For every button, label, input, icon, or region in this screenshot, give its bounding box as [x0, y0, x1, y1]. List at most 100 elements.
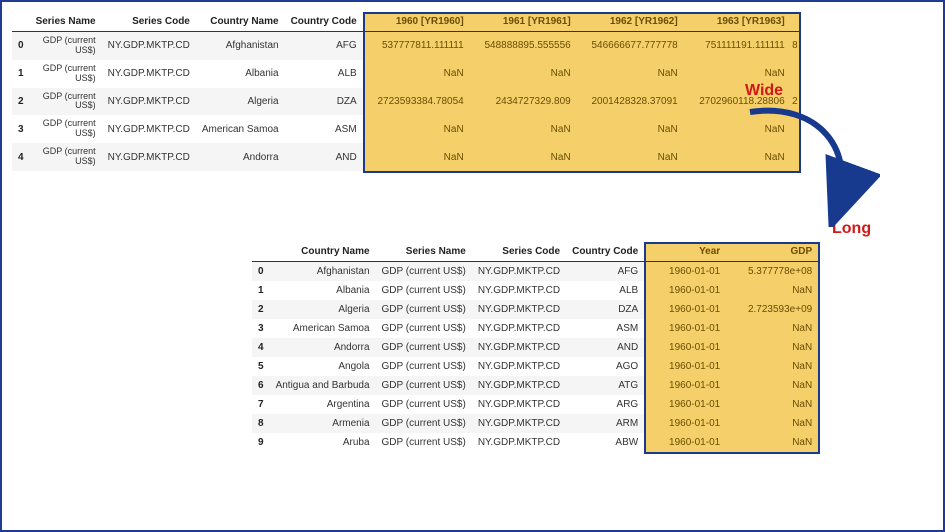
cell-y1961: 2434727329.809: [470, 88, 577, 116]
cell-country-code: AGO: [566, 357, 644, 376]
cell-series-code: NY.GDP.MKTP.CD: [472, 319, 566, 338]
col-country-name: Country Name: [270, 242, 376, 262]
cell-year: 1960-01-01: [644, 319, 726, 338]
cell-y1963: NaN: [684, 143, 791, 171]
cell-country-code: ASM: [566, 319, 644, 338]
cell-gdp: NaN: [726, 433, 818, 452]
cell-y1960: NaN: [363, 143, 470, 171]
cell-y1963: NaN: [684, 115, 791, 143]
cell-series-code: NY.GDP.MKTP.CD: [102, 143, 196, 171]
cell-series-name: GDP (current US$): [376, 338, 472, 357]
cell-tail: [791, 60, 799, 88]
cell-country-name: American Samoa: [196, 115, 285, 143]
cell-y1962: 2001428328.37091: [577, 88, 684, 116]
cell-series-name: GDP (current US$): [376, 433, 472, 452]
cell-y1961: NaN: [470, 115, 577, 143]
table-row: 5AngolaGDP (current US$)NY.GDP.MKTP.CDAG…: [252, 357, 818, 376]
cell-y1962: NaN: [577, 143, 684, 171]
cell-series-name: GDP (current US$): [30, 60, 102, 88]
cell-y1961: NaN: [470, 143, 577, 171]
table-row: 7ArgentinaGDP (current US$)NY.GDP.MKTP.C…: [252, 395, 818, 414]
cell-y1963: 751111191.111111: [684, 32, 791, 60]
table-row: 4AndorraGDP (current US$)NY.GDP.MKTP.CDA…: [252, 338, 818, 357]
cell-series-name: GDP (current US$): [376, 262, 472, 282]
col-country-name: Country Name: [196, 12, 285, 32]
cell-tail: 2: [791, 88, 799, 116]
col-series-code: Series Code: [472, 242, 566, 262]
cell-country-code: ATG: [566, 376, 644, 395]
cell-series-code: NY.GDP.MKTP.CD: [102, 115, 196, 143]
long-table-container: Country Name Series Name Series Code Cou…: [252, 242, 818, 452]
cell-index: 4: [12, 143, 30, 171]
cell-series-code: NY.GDP.MKTP.CD: [472, 376, 566, 395]
cell-tail: 8: [791, 32, 799, 60]
cell-index: 4: [252, 338, 270, 357]
cell-index: 2: [12, 88, 30, 116]
cell-gdp: 5.377778e+08: [726, 262, 818, 282]
cell-country-name: Afghanistan: [270, 262, 376, 282]
col-year: Year: [644, 242, 726, 262]
cell-country-name: Albania: [270, 281, 376, 300]
cell-year: 1960-01-01: [644, 414, 726, 433]
table-row: 3GDP (current US$)NY.GDP.MKTP.CDAmerican…: [12, 115, 799, 143]
table-row: 1GDP (current US$)NY.GDP.MKTP.CDAlbaniaA…: [12, 60, 799, 88]
cell-country-name: Andorra: [270, 338, 376, 357]
cell-index: 2: [252, 300, 270, 319]
cell-country-name: Andorra: [196, 143, 285, 171]
cell-series-code: NY.GDP.MKTP.CD: [102, 32, 196, 60]
cell-y1962: NaN: [577, 60, 684, 88]
cell-gdp: NaN: [726, 414, 818, 433]
cell-series-code: NY.GDP.MKTP.CD: [472, 338, 566, 357]
table-header-row: Country Name Series Name Series Code Cou…: [252, 242, 818, 262]
cell-country-code: AFG: [285, 32, 363, 60]
cell-series-code: NY.GDP.MKTP.CD: [102, 60, 196, 88]
cell-index: 0: [252, 262, 270, 282]
cell-gdp: NaN: [726, 338, 818, 357]
cell-gdp: NaN: [726, 357, 818, 376]
cell-series-code: NY.GDP.MKTP.CD: [472, 414, 566, 433]
cell-series-name: GDP (current US$): [376, 395, 472, 414]
cell-gdp: NaN: [726, 395, 818, 414]
cell-index: 1: [12, 60, 30, 88]
cell-year: 1960-01-01: [644, 300, 726, 319]
cell-series-name: GDP (current US$): [376, 281, 472, 300]
long-table: Country Name Series Name Series Code Cou…: [252, 242, 818, 452]
cell-index: 3: [12, 115, 30, 143]
table-row: 9ArubaGDP (current US$)NY.GDP.MKTP.CDABW…: [252, 433, 818, 452]
cell-country-name: Algeria: [196, 88, 285, 116]
cell-tail: [791, 115, 799, 143]
cell-year: 1960-01-01: [644, 281, 726, 300]
col-series-code: Series Code: [102, 12, 196, 32]
table-row: 0GDP (current US$)NY.GDP.MKTP.CDAfghanis…: [12, 32, 799, 60]
table-row: 4GDP (current US$)NY.GDP.MKTP.CDAndorraA…: [12, 143, 799, 171]
cell-country-name: Angola: [270, 357, 376, 376]
cell-index: 9: [252, 433, 270, 452]
table-row: 6Antigua and BarbudaGDP (current US$)NY.…: [252, 376, 818, 395]
col-y1960: 1960 [YR1960]: [363, 12, 470, 32]
cell-index: 7: [252, 395, 270, 414]
cell-gdp: NaN: [726, 319, 818, 338]
cell-tail: [791, 143, 799, 171]
cell-year: 1960-01-01: [644, 262, 726, 282]
long-label: Long: [832, 220, 871, 238]
cell-country-name: Aruba: [270, 433, 376, 452]
table-row: 2GDP (current US$)NY.GDP.MKTP.CDAlgeriaD…: [12, 88, 799, 116]
table-header-row: Series Name Series Code Country Name Cou…: [12, 12, 799, 32]
page: Series Name Series Code Country Name Cou…: [0, 0, 945, 532]
cell-country-code: ALB: [285, 60, 363, 88]
col-series-name: Series Name: [30, 12, 102, 32]
cell-y1962: 546666677.777778: [577, 32, 684, 60]
cell-country-name: Albania: [196, 60, 285, 88]
cell-country-code: AND: [285, 143, 363, 171]
col-tail: [791, 12, 799, 32]
cell-y1960: 2723593384.78054: [363, 88, 470, 116]
cell-country-name: Antigua and Barbuda: [270, 376, 376, 395]
cell-country-name: Armenia: [270, 414, 376, 433]
col-country-code: Country Code: [566, 242, 644, 262]
cell-country-name: Argentina: [270, 395, 376, 414]
table-row: 2AlgeriaGDP (current US$)NY.GDP.MKTP.CDD…: [252, 300, 818, 319]
cell-country-code: AND: [566, 338, 644, 357]
cell-index: 6: [252, 376, 270, 395]
col-series-name: Series Name: [376, 242, 472, 262]
cell-year: 1960-01-01: [644, 338, 726, 357]
